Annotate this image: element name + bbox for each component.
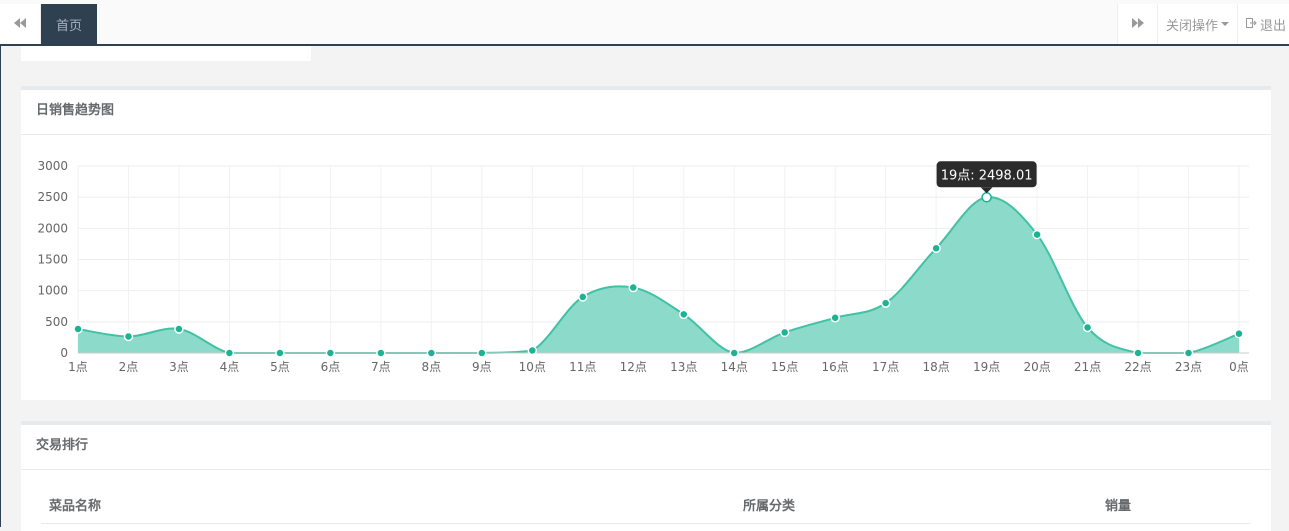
- data-point: [729, 348, 739, 358]
- data-point: [779, 327, 790, 338]
- trade-ranking-title: 交易排行: [21, 425, 1271, 470]
- logout-button[interactable]: 退出: [1237, 4, 1289, 44]
- sales-trend-panel: 日销售趋势图 0 500 1000 1500 2000 2500 3000 1点 2点 3点 4点 5…: [21, 86, 1271, 400]
- data-point: [1133, 348, 1143, 358]
- column-category: 所属分类: [743, 499, 796, 514]
- x-tick-label: 23点: [1175, 360, 1202, 374]
- forward-icon: [1131, 17, 1144, 31]
- x-tick-label: 7点: [371, 360, 391, 374]
- data-point: [376, 348, 386, 358]
- tab-home-label: 首页: [55, 18, 82, 34]
- x-tick-label: 22点: [1124, 360, 1151, 374]
- data-point: [275, 348, 285, 358]
- y-tick-label: 2000: [37, 221, 68, 235]
- x-tick-label: 5点: [270, 360, 290, 374]
- data-point: [123, 331, 134, 342]
- caret-down-icon: [1221, 22, 1229, 26]
- y-tick-label: 500: [45, 315, 68, 329]
- x-tick-label: 2点: [119, 360, 139, 374]
- trade-ranking-panel: 交易排行 菜品名称 所属分类 销量: [21, 421, 1271, 531]
- y-tick-label: 3000: [37, 159, 68, 173]
- data-point: [931, 243, 941, 254]
- data-point: [426, 348, 437, 358]
- tab-scroll-left-button[interactable]: [0, 4, 41, 44]
- backward-icon: [14, 17, 26, 31]
- x-tick-label: 21点: [1074, 360, 1101, 374]
- y-tick-label: 1000: [37, 284, 68, 298]
- y-tick-label: 2500: [37, 190, 68, 204]
- x-tick-label: 8点: [422, 360, 442, 374]
- data-point: [325, 348, 336, 358]
- x-tick-label: 0点: [1229, 360, 1249, 374]
- x-tick-label: 4点: [220, 360, 240, 374]
- data-point: [830, 313, 840, 323]
- x-tick-label: 1点: [68, 360, 88, 374]
- table-header: 菜品名称 所属分类 销量: [41, 485, 1251, 524]
- sales-trend-chart: 0 500 1000 1500 2000 2500 3000 1点 2点 3点 4点 5点 6点 7点 8点…: [37, 159, 1249, 374]
- x-tick-label: 3点: [169, 360, 189, 374]
- data-point: [174, 324, 184, 334]
- data-point: [678, 309, 689, 320]
- data-point: [73, 324, 83, 334]
- tab-scroll-right-button[interactable]: [1117, 4, 1157, 44]
- tab-home[interactable]: 首页: [41, 4, 97, 44]
- sales-area: [78, 197, 1239, 353]
- x-tick-label: 11点: [569, 360, 596, 374]
- x-tick-label: 9点: [472, 360, 492, 374]
- data-point: [880, 298, 891, 308]
- column-dish-name: 菜品名称: [49, 499, 102, 514]
- close-operations-dropdown[interactable]: 关闭操作: [1157, 4, 1237, 44]
- close-operations-label: 关闭操作: [1165, 18, 1218, 34]
- data-point: [1032, 229, 1042, 240]
- x-tick-label: 20点: [1023, 360, 1050, 374]
- data-point: [1082, 322, 1093, 333]
- data-point: [981, 192, 992, 203]
- x-tick-label: 17点: [872, 360, 899, 374]
- tooltip-label: 19点: 2498.01: [941, 168, 1033, 183]
- x-tick-label: 15点: [771, 360, 798, 374]
- x-tick-label: 13点: [670, 360, 697, 374]
- x-tick-label: 16点: [822, 360, 849, 374]
- x-tick-label: 10点: [519, 360, 546, 374]
- y-tick-label: 0: [60, 346, 68, 360]
- data-point: [578, 292, 588, 302]
- left-border: [0, 44, 1, 527]
- data-point: [527, 345, 538, 356]
- x-tick-label: 14点: [721, 360, 748, 374]
- logout-label: 退出: [1260, 18, 1287, 34]
- data-point: [224, 348, 235, 358]
- x-tick-label: 19点: [973, 360, 1000, 374]
- data-point: [1234, 328, 1244, 339]
- tab-bar: 首页 关闭操作 退出: [0, 0, 1289, 46]
- tooltip-arrow: [980, 187, 993, 194]
- x-tick-label: 12点: [620, 360, 647, 374]
- column-sales: 销量: [1105, 499, 1132, 514]
- sales-trend-title: 日销售趋势图: [21, 90, 1271, 135]
- content-box-top: [21, 46, 311, 61]
- data-point: [477, 348, 487, 358]
- data-point: [1183, 348, 1194, 358]
- x-tick-label: 18点: [922, 360, 949, 374]
- x-tick-label: 6点: [321, 360, 341, 374]
- data-point: [628, 282, 639, 293]
- sign-out-icon: [1246, 17, 1257, 32]
- y-tick-label: 1500: [37, 253, 68, 267]
